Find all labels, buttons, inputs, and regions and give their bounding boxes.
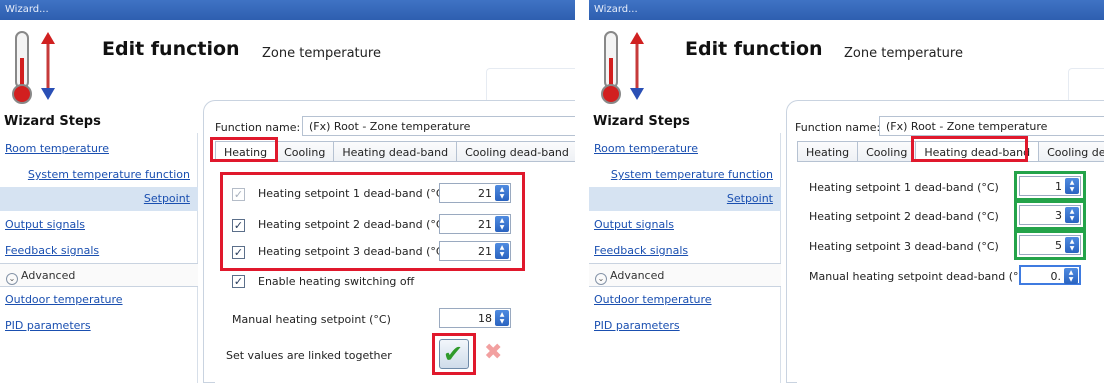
step-advanced[interactable]: ⌄ Advanced <box>0 263 198 287</box>
wizard-steps-list: Room temperature System temperature func… <box>589 133 781 383</box>
tab-cooling[interactable]: Cooling <box>857 141 917 162</box>
window-title: Wizard... <box>589 0 1104 20</box>
highlight-deadband-2 <box>1014 200 1086 230</box>
wizard-steps-title: Wizard Steps <box>4 114 101 129</box>
function-name-label: Function name: <box>215 121 301 134</box>
step-outdoor-temperature[interactable]: Outdoor temperature <box>589 288 781 312</box>
deadband-2-label: Heating setpoint 2 dead-band (°C) <box>809 210 999 223</box>
highlight-ok <box>432 333 476 375</box>
manual-setpoint-input[interactable]: 18 ▲ ▼ <box>439 308 511 328</box>
thermometer-icon <box>12 31 55 104</box>
cancel-button[interactable]: ✖ <box>482 341 508 367</box>
tab-cooling-dead-band[interactable]: Cooling dead-band <box>456 141 575 162</box>
highlight-deadband-3 <box>1014 230 1086 260</box>
step-system-temperature-function[interactable]: System temperature function <box>0 163 198 187</box>
step-pid-parameters[interactable]: PID parameters <box>0 314 198 338</box>
step-pid-parameters[interactable]: PID parameters <box>589 314 781 338</box>
step-room-temperature[interactable]: Room temperature <box>589 137 781 161</box>
highlight-heating-dead-band-tab <box>911 136 1028 162</box>
page-subtitle: Zone temperature <box>262 46 381 61</box>
wizard-window-left: Wizard... Edit function Zone temperature… <box>0 0 575 383</box>
tab-cooling[interactable]: Cooling <box>275 141 335 162</box>
step-setpoint[interactable]: Setpoint <box>589 187 781 211</box>
heat-cool-arrows-icon <box>41 32 55 100</box>
step-room-temperature[interactable]: Room temperature <box>0 137 198 161</box>
highlight-setpoints <box>220 172 525 271</box>
page-subtitle: Zone temperature <box>844 46 963 61</box>
wizard-steps: Wizard Steps Room temperature System tem… <box>589 108 789 383</box>
manual-setpoint-label: Manual heating setpoint (°C) <box>232 313 391 326</box>
step-setpoint[interactable]: Setpoint <box>0 187 198 211</box>
wizard-steps-title: Wizard Steps <box>593 114 690 129</box>
function-name-label: Function name: <box>795 121 881 134</box>
enable-switching-off-checkbox[interactable]: ✓ <box>232 275 245 288</box>
spinner-icon[interactable]: ▲ ▼ <box>1064 268 1078 284</box>
wizard-steps-list: Room temperature System temperature func… <box>0 133 198 383</box>
enable-switching-off-label: Enable heating switching off <box>258 275 415 288</box>
deadband-1-label: Heating setpoint 1 dead-band (°C) <box>809 181 999 194</box>
page-title: Edit function <box>685 38 823 60</box>
step-feedback-signals[interactable]: Feedback signals <box>589 239 781 263</box>
step-feedback-signals[interactable]: Feedback signals <box>0 239 198 263</box>
function-name-input[interactable]: (Fx) Root - Zone temperature <box>302 116 575 136</box>
tab-cooling-dead-band[interactable]: Cooling dead <box>1038 141 1104 162</box>
page-title: Edit function <box>102 38 240 60</box>
tab-heating-dead-band[interactable]: Heating dead-band <box>333 141 458 162</box>
highlight-deadband-1 <box>1014 171 1086 201</box>
linked-label: Set values are linked together <box>226 349 392 362</box>
heat-up-arrow-icon <box>630 32 644 100</box>
spinner-icon[interactable]: ▲ ▼ <box>495 310 509 326</box>
step-outdoor-temperature[interactable]: Outdoor temperature <box>0 288 198 312</box>
step-system-temperature-function[interactable]: System temperature function <box>589 163 781 187</box>
manual-deadband-input[interactable]: 0. ▲ ▼ <box>1019 265 1081 285</box>
step-output-signals[interactable]: Output signals <box>589 213 781 237</box>
chevron-down-icon: ⌄ <box>595 273 607 285</box>
window-title: Wizard... <box>0 0 575 20</box>
tab-heating[interactable]: Heating <box>797 141 859 162</box>
function-name-input[interactable]: (Fx) Root - Zone temperature <box>879 116 1104 136</box>
thermometer-icon <box>601 31 644 104</box>
highlight-heating-tab <box>210 137 278 162</box>
wizard-window-right: Wizard... Edit function Zone temperature… <box>589 0 1104 383</box>
manual-deadband-label: Manual heating setpoint dead-band (°C) <box>809 270 1031 283</box>
wizard-steps: Wizard Steps Room temperature System tem… <box>0 108 200 383</box>
chevron-down-icon: ⌄ <box>6 273 18 285</box>
step-output-signals[interactable]: Output signals <box>0 213 198 237</box>
deadband-3-label: Heating setpoint 3 dead-band (°C) <box>809 240 999 253</box>
cross-icon: ✖ <box>484 340 503 365</box>
step-advanced[interactable]: ⌄ Advanced <box>589 263 781 287</box>
